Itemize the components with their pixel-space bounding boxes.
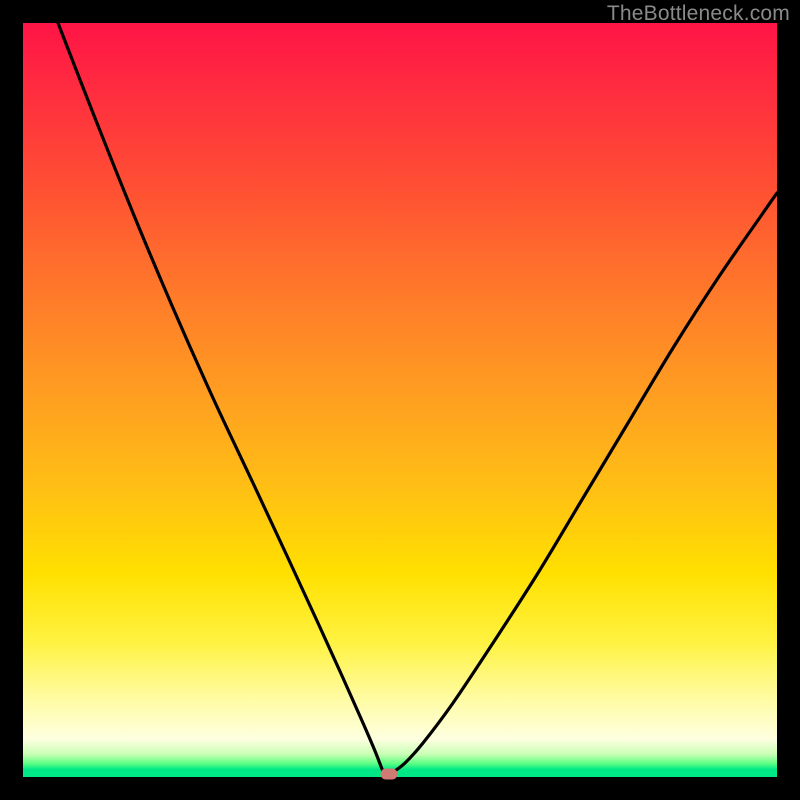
plot-area: [23, 23, 777, 777]
optimum-marker: [381, 769, 398, 780]
bottleneck-curve: [23, 23, 777, 777]
chart-frame: TheBottleneck.com: [0, 0, 800, 800]
